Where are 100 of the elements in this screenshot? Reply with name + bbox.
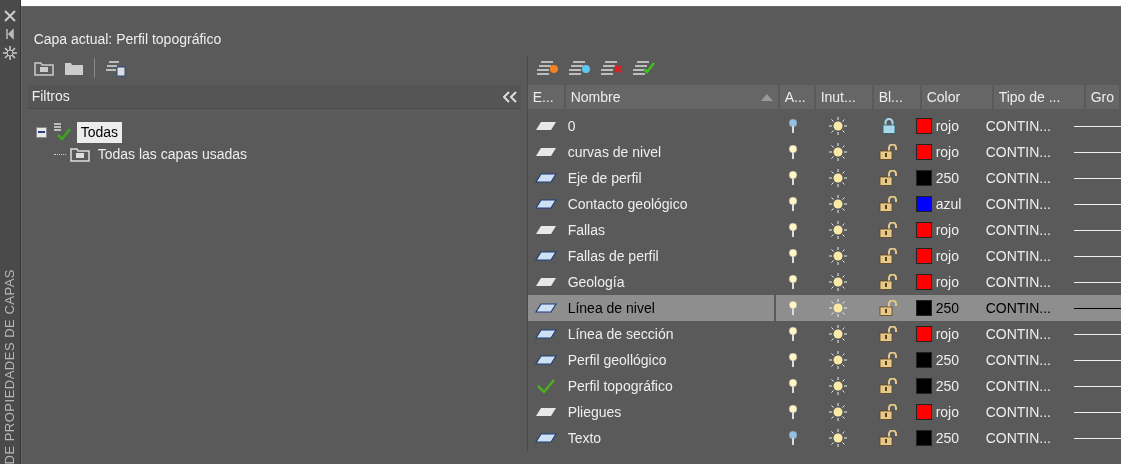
unlocked-padlock-icon[interactable] [878,378,899,394]
close-icon[interactable] [3,10,16,22]
color-swatch[interactable] [915,430,932,446]
checkmark-icon [535,378,556,394]
color-swatch[interactable] [915,352,932,368]
unlocked-padlock-icon[interactable] [878,300,899,316]
column-header[interactable]: Inut... [815,85,872,109]
layer-states-icon[interactable] [104,59,127,77]
column-header[interactable]: Tipo de ... [993,85,1084,109]
sun-icon[interactable] [828,273,847,291]
lightbulb-icon[interactable] [787,378,798,394]
lightbulb-icon[interactable] [787,326,798,342]
sun-icon[interactable] [828,351,847,369]
linetype-cell-text: CONTIN... [984,220,1052,240]
layer-row[interactable]: Contacto geológico azul CONTIN... [527,191,1121,217]
layer-row[interactable]: Fallas rojo CONTIN... [527,217,1121,243]
color-swatch[interactable] [915,222,932,238]
unlocked-padlock-icon[interactable] [878,352,899,368]
lightbulb-icon[interactable] [787,404,798,420]
color-swatch[interactable] [915,118,932,134]
folder-icon[interactable] [63,60,84,76]
layer-row[interactable]: Perfil topográfico 250 CONTIN... [527,373,1121,399]
sun-icon[interactable] [828,377,847,395]
column-header[interactable]: Color [921,85,992,109]
locked-padlock-icon[interactable] [881,118,896,134]
lightbulb-icon[interactable] [787,118,798,134]
sun-icon[interactable] [828,429,847,447]
layer-row[interactable]: Eje de perfil 250 CONTIN... [527,165,1121,191]
lightbulb-icon[interactable] [787,248,798,264]
unlocked-padlock-icon[interactable] [878,274,899,290]
sun-icon[interactable] [828,169,847,187]
new-layer-icon[interactable] [535,59,560,77]
current-layer-label: Capa actual: Perfil topográfico [32,30,222,49]
color-swatch[interactable] [915,274,932,290]
new-folder-filter-icon[interactable] [33,60,54,76]
layer-icon [534,355,557,365]
unlocked-padlock-icon[interactable] [878,430,899,446]
color-name: 250 [935,376,959,396]
sun-icon[interactable] [828,195,847,213]
column-header[interactable]: Nombre [565,85,778,109]
column-header[interactable]: A... [779,85,814,109]
color-name: rojo [935,402,959,422]
color-swatch[interactable] [915,170,932,186]
lightbulb-icon[interactable] [787,196,798,212]
layer-name: Línea de nivel [563,295,776,321]
sun-icon[interactable] [828,403,847,421]
unlocked-padlock-icon[interactable] [878,326,899,342]
delete-layer-icon[interactable] [599,59,624,77]
unlocked-padlock-icon[interactable] [878,170,899,186]
color-swatch[interactable] [915,326,932,342]
lineweight-line [1073,125,1121,127]
collapse-toggle[interactable] [35,126,47,138]
lineweight-line [1073,411,1121,413]
color-swatch[interactable] [915,404,932,420]
sun-icon[interactable] [828,299,847,317]
unlocked-padlock-icon[interactable] [878,222,899,238]
lightbulb-icon[interactable] [787,430,798,446]
column-header[interactable]: Bl... [873,85,920,109]
unlocked-padlock-icon[interactable] [878,196,899,212]
sun-icon[interactable] [828,325,847,343]
sun-icon[interactable] [828,143,847,161]
filters-title: Filtros [31,87,70,106]
sun-icon[interactable] [828,221,847,239]
color-swatch[interactable] [915,196,932,212]
color-swatch[interactable] [915,378,932,394]
lineweight-line [1073,385,1121,387]
sun-icon[interactable] [828,247,847,265]
layer-row[interactable]: curvas de nivel rojo CONTIN... [527,139,1121,165]
color-swatch[interactable] [915,300,932,316]
set-current-layer-icon[interactable] [631,59,656,77]
layer-row[interactable]: Fallas de perfil rojo CONTIN... [527,243,1121,269]
lightbulb-icon[interactable] [787,352,798,368]
collapse-panel-button[interactable] [502,90,517,103]
unlocked-padlock-icon[interactable] [878,144,899,160]
tree-item[interactable]: Todas las capas usadas [93,143,252,165]
layer-row[interactable]: Línea de sección rojo CONTIN... [527,321,1121,347]
layer-row[interactable]: Línea de nivel 250 CONTIN... [527,295,1121,321]
lineweight-line [1073,203,1121,205]
lightbulb-icon[interactable] [787,170,798,186]
unlocked-padlock-icon[interactable] [878,404,899,420]
tree-item[interactable]: Todas [76,121,122,143]
lightbulb-icon[interactable] [787,300,798,316]
new-frozen-layer-icon[interactable] [567,59,592,77]
column-header[interactable]: E... [527,85,564,109]
layer-row[interactable]: Pliegues rojo CONTIN... [527,399,1121,425]
layer-row[interactable]: 0 rojo CONTIN... [527,113,1121,139]
settings-icon[interactable] [2,46,17,60]
unlocked-padlock-icon[interactable] [878,248,899,264]
color-swatch[interactable] [915,144,932,160]
pin-icon[interactable] [4,28,15,40]
layer-row[interactable]: Perfil geollógico 250 CONTIN... [527,347,1121,373]
layer-name: Pliegues [563,399,776,425]
layer-row[interactable]: Texto 250 CONTIN... [527,425,1121,451]
layer-icon [534,277,557,287]
lightbulb-icon[interactable] [787,274,798,290]
lightbulb-icon[interactable] [787,144,798,160]
sun-icon[interactable] [828,117,847,135]
column-header[interactable]: Gro [1085,85,1119,109]
lightbulb-icon[interactable] [787,222,798,238]
color-swatch[interactable] [915,248,932,264]
